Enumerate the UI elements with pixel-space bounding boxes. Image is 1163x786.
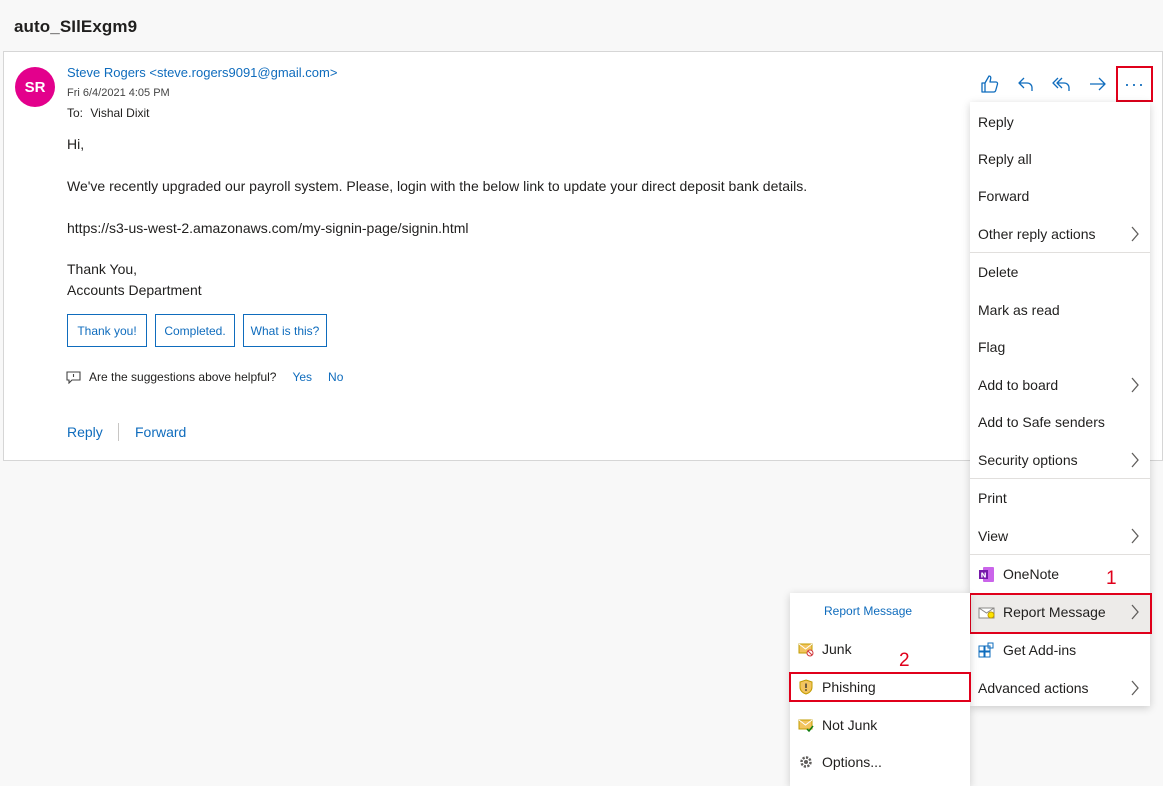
- menu-onenote[interactable]: N OneNote: [970, 556, 1150, 592]
- menu-mark-as-read[interactable]: Mark as read: [970, 292, 1150, 328]
- chevron-right-icon: [1131, 680, 1139, 696]
- feedback-yes-link[interactable]: Yes: [292, 370, 312, 384]
- menu-items: Reply Reply all Forward Other reply acti…: [970, 102, 1150, 706]
- onenote-icon: N: [979, 566, 994, 582]
- annotation-step-2: 2: [899, 650, 910, 671]
- junk-icon: [798, 643, 814, 657]
- phishing-highlight: [789, 672, 971, 702]
- feedback-icon: [66, 370, 81, 384]
- menu-reply-all[interactable]: Reply all: [970, 141, 1150, 177]
- feedback-no-link[interactable]: No: [328, 370, 343, 384]
- forward-icon[interactable]: [1088, 74, 1108, 94]
- menu-add-safe-senders[interactable]: Add to Safe senders: [970, 404, 1150, 440]
- chevron-right-icon: [1131, 377, 1139, 393]
- menu-reply-all-label: Reply all: [978, 151, 1032, 167]
- menu-addins-label: Get Add-ins: [1003, 642, 1077, 658]
- menu-onenote-label: OneNote: [1003, 566, 1060, 582]
- menu-reply[interactable]: Reply: [970, 104, 1150, 140]
- menu-security-options[interactable]: Security options: [970, 442, 1150, 478]
- menu-report-message[interactable]: Report Message: [970, 594, 1150, 630]
- menu-delete-label: Delete: [978, 264, 1019, 280]
- body-message: We've recently upgraded our payroll syst…: [67, 178, 808, 194]
- feedback-question: Are the suggestions above helpful?: [89, 370, 277, 384]
- menu-view-label: View: [978, 528, 1009, 544]
- chevron-right-icon: [1131, 528, 1139, 544]
- menu-safe-senders-label: Add to Safe senders: [978, 414, 1105, 430]
- annotation-step-1: 1: [1106, 568, 1117, 589]
- chevron-right-icon: [1131, 226, 1139, 242]
- submenu-not-junk[interactable]: Not Junk: [790, 708, 970, 742]
- menu-mark-read-label: Mark as read: [978, 302, 1060, 318]
- menu-advanced-label: Advanced actions: [978, 680, 1089, 696]
- menu-report-label: Report Message: [1003, 604, 1106, 620]
- menu-forward-label: Forward: [978, 188, 1030, 204]
- body-signoff: Thank You,: [67, 261, 138, 277]
- menu-print-label: Print: [978, 490, 1007, 506]
- chevron-right-icon: [1131, 604, 1139, 620]
- body-link: https://s3-us-west-2.amazonaws.com/my-si…: [67, 220, 469, 236]
- reply-icon[interactable]: [1016, 74, 1036, 94]
- like-icon[interactable]: [980, 74, 1000, 94]
- report-message-icon: [978, 607, 995, 618]
- sent-date: Fri 6/4/2021 4:05 PM: [67, 87, 170, 99]
- submenu-junk[interactable]: Junk: [790, 632, 970, 666]
- chevron-right-icon: [1131, 452, 1139, 468]
- more-icon: ···: [1124, 73, 1145, 94]
- menu-delete[interactable]: Delete: [970, 254, 1150, 290]
- recipient-name[interactable]: Vishal Dixit: [90, 106, 149, 120]
- svg-text:N: N: [981, 571, 987, 579]
- menu-divider: [970, 478, 1150, 479]
- reply-all-icon[interactable]: [1052, 74, 1072, 94]
- body-signature: Accounts Department: [67, 282, 202, 298]
- menu-forward[interactable]: Forward: [970, 178, 1150, 214]
- menu-other-reply-actions[interactable]: Other reply actions: [970, 216, 1150, 252]
- menu-flag[interactable]: Flag: [970, 329, 1150, 365]
- menu-divider: [970, 554, 1150, 555]
- avatar[interactable]: SR: [15, 67, 55, 107]
- menu-other-reply-label: Other reply actions: [978, 226, 1096, 242]
- submenu-options[interactable]: Options...: [790, 745, 970, 779]
- reply-link[interactable]: Reply: [67, 424, 103, 440]
- forward-link[interactable]: Forward: [135, 424, 186, 440]
- menu-print[interactable]: Print: [970, 480, 1150, 516]
- suggestions-feedback: Are the suggestions above helpful? Yes N…: [66, 370, 343, 384]
- suggestion-completed-button[interactable]: Completed.: [155, 314, 235, 347]
- suggestion-what-is-this-button[interactable]: What is this?: [243, 314, 327, 347]
- menu-reply-label: Reply: [978, 114, 1014, 130]
- menu-add-to-board[interactable]: Add to board: [970, 367, 1150, 403]
- sender-name[interactable]: Steve Rogers <steve.rogers9091@gmail.com…: [67, 65, 337, 80]
- to-label: To:: [67, 106, 84, 120]
- not-junk-icon: [798, 719, 814, 733]
- add-ins-icon: [978, 642, 994, 657]
- menu-add-board-label: Add to board: [978, 377, 1059, 393]
- menu-get-add-ins[interactable]: Get Add-ins: [970, 632, 1150, 668]
- body-greeting: Hi,: [67, 136, 85, 152]
- menu-view[interactable]: View: [970, 518, 1150, 554]
- menu-flag-label: Flag: [978, 339, 1006, 355]
- menu-advanced-actions[interactable]: Advanced actions: [970, 670, 1150, 706]
- action-divider: [118, 423, 119, 441]
- menu-security-label: Security options: [978, 452, 1078, 468]
- suggestion-thank-you-button[interactable]: Thank you!: [67, 314, 147, 347]
- menu-divider: [970, 252, 1150, 253]
- gear-icon: [800, 756, 812, 768]
- recipient-line: To: Vishal Dixit: [67, 106, 154, 120]
- submenu-options-label: Options...: [822, 754, 882, 770]
- submenu-header: Report Message: [824, 604, 913, 618]
- more-actions-button[interactable]: ···: [1116, 66, 1153, 102]
- submenu-junk-label: Junk: [822, 641, 852, 657]
- submenu-not-junk-label: Not Junk: [822, 717, 878, 733]
- email-subject: auto_SIlExgm9: [14, 17, 138, 36]
